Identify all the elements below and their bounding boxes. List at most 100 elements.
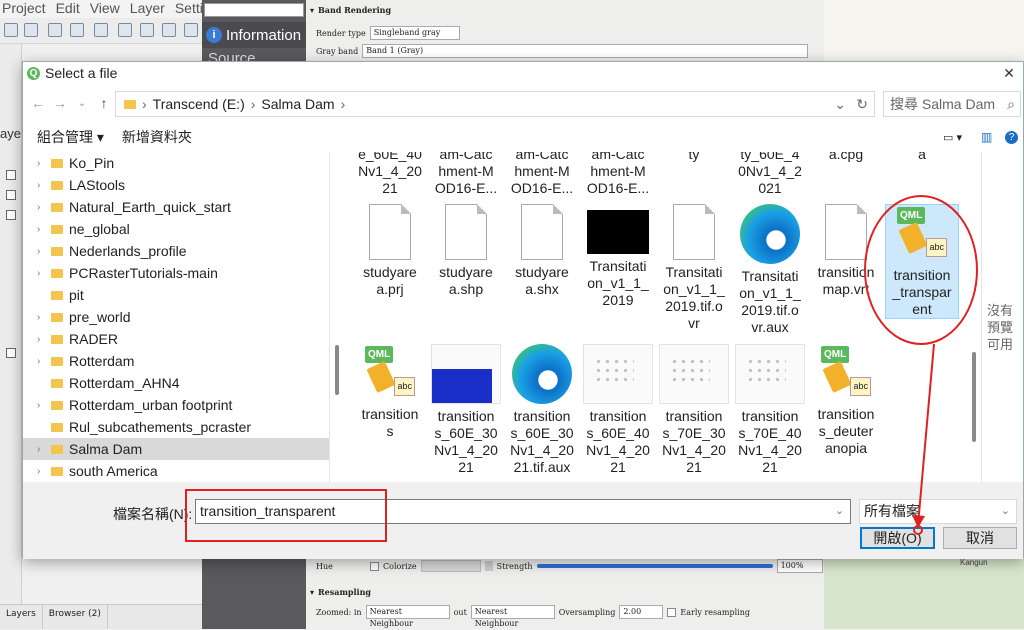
menu-project[interactable]: Project	[2, 0, 46, 18]
tree-item[interactable]: › Rotterdam_urban footprint	[23, 394, 329, 416]
zoom-selection-icon[interactable]	[140, 23, 154, 37]
zoom-native-icon[interactable]	[162, 23, 176, 37]
file-item[interactable]: studyare a.shp	[429, 204, 503, 298]
tab-layers[interactable]: Layers	[0, 605, 43, 629]
early-resampling-checkbox[interactable]	[667, 607, 677, 617]
chevron-right-icon[interactable]: ›	[37, 466, 45, 477]
zoomed-out-combo[interactable]: Nearest Neighbour	[470, 605, 555, 628]
file-item[interactable]: Transitati on_v1_1_ 2019.tif.o vr	[657, 204, 731, 332]
tree-item[interactable]: › Salma Dam	[23, 438, 329, 460]
chevron-right-icon[interactable]: ›	[37, 246, 45, 257]
tree-item[interactable]: Rul_subcathements_pcraster	[23, 416, 329, 438]
oversampling-spinbox[interactable]: 2.00	[619, 605, 664, 619]
chevron-right-icon[interactable]: ›	[37, 356, 45, 367]
file-item[interactable]: a	[885, 152, 959, 163]
strength-slider[interactable]	[536, 564, 773, 568]
tree-item[interactable]: › pre_world	[23, 306, 329, 328]
file-item[interactable]: transition s_60E_40 Nv1_4_20 21	[581, 344, 655, 476]
file-item[interactable]: QML abc transition _transpar ent	[885, 204, 959, 319]
tree-item[interactable]: › Natural_Earth_quick_start	[23, 196, 329, 218]
help-icon[interactable]: ?	[1005, 130, 1018, 144]
breadcrumb-folder[interactable]: Salma Dam	[261, 96, 334, 112]
file-item[interactable]: transition s_60E_30 Nv1_4_20 21.tif.aux	[505, 344, 579, 476]
pan-to-selection-icon[interactable]	[24, 23, 38, 37]
tree-scrollbar[interactable]	[335, 345, 339, 395]
menu-view[interactable]: View	[90, 0, 120, 18]
open-button[interactable]: 開啟(O)	[860, 527, 935, 549]
tree-item[interactable]: › Ko_Pin	[23, 152, 329, 174]
chevron-right-icon[interactable]: ›	[37, 180, 45, 191]
pan-icon[interactable]	[4, 23, 18, 37]
filename-dropdown-icon[interactable]: ⌄	[835, 500, 844, 523]
color-dropdown[interactable]	[484, 561, 493, 571]
layer-checkbox[interactable]	[6, 348, 16, 358]
back-arrow-icon[interactable]: ←	[27, 95, 49, 111]
zoom-last-icon[interactable]	[184, 23, 198, 37]
zoom-out-icon[interactable]	[70, 23, 84, 37]
cancel-button[interactable]: 取消	[943, 527, 1017, 549]
chevron-right-icon[interactable]: ›	[37, 268, 45, 279]
view-options-icon[interactable]: ▭ ▾	[943, 131, 962, 144]
zoomed-in-combo[interactable]: Nearest Neighbour	[365, 605, 450, 628]
filename-input[interactable]: transition_transparent ⌄	[195, 499, 851, 524]
collapse-icon[interactable]: ▾	[310, 587, 314, 597]
menu-layer[interactable]: Layer	[130, 0, 165, 18]
file-item[interactable]: transition s_70E_40 Nv1_4_20 21	[733, 344, 807, 476]
file-item[interactable]: studyare a.shx	[505, 204, 579, 298]
file-item[interactable]: am-Catc hment-M OD16-E...	[429, 152, 503, 197]
up-arrow-icon[interactable]: ↑	[93, 95, 115, 111]
chevron-right-icon[interactable]: ›	[37, 158, 45, 169]
menu-edit[interactable]: Edit	[56, 0, 80, 18]
address-dropdown-icon[interactable]: ⌄	[834, 96, 846, 113]
collapse-icon[interactable]: ▾	[310, 5, 314, 15]
file-item[interactable]: am-Catc hment-M OD16-E...	[505, 152, 579, 197]
file-item[interactable]: transition map.vrt	[809, 204, 883, 298]
tree-item[interactable]: › Nederlands_profile	[23, 240, 329, 262]
tree-item[interactable]: › ne_global	[23, 218, 329, 240]
preview-pane-icon[interactable]: ▥	[981, 130, 992, 144]
chevron-right-icon[interactable]: ›	[37, 444, 45, 455]
filetype-select[interactable]: 所有檔案 ⌄	[859, 499, 1017, 524]
file-item[interactable]: Transitati on_v1_1_ 2019	[581, 204, 655, 309]
gray-band-combo[interactable]: Band 1 (Gray)	[362, 44, 809, 58]
menu-settings[interactable]: Settings	[175, 0, 205, 18]
layer-checkbox[interactable]	[6, 210, 16, 220]
file-item[interactable]: a.cpg	[809, 152, 883, 163]
search-input[interactable]: 搜尋 Salma Dam ⌕	[883, 91, 1021, 117]
zoom-layer-icon[interactable]	[118, 23, 132, 37]
chevron-right-icon[interactable]: ›	[37, 334, 45, 345]
file-item[interactable]: QML abc transition s	[353, 344, 427, 440]
tree-item[interactable]: pit	[23, 284, 329, 306]
file-list-scrollbar[interactable]	[968, 152, 980, 482]
file-item[interactable]: studyare a.prj	[353, 204, 427, 298]
new-folder-button[interactable]: 新增資料夾	[122, 127, 192, 147]
tree-item[interactable]: Rotterdam_AHN4	[23, 372, 329, 394]
refresh-icon[interactable]: ↻	[856, 96, 868, 113]
layer-checkbox[interactable]	[6, 170, 16, 180]
file-item[interactable]: am-Catc hment-M OD16-E...	[581, 152, 655, 197]
scroll-thumb[interactable]	[972, 352, 976, 442]
strength-value[interactable]: 100%	[776, 559, 823, 573]
file-item[interactable]: Transitati on_v1_1_ 2019.tif.o vr.aux	[733, 204, 807, 336]
tab-browser[interactable]: Browser (2)	[43, 605, 108, 629]
file-item[interactable]: QML abc transition s_deuter anopia	[809, 344, 883, 457]
chevron-right-icon[interactable]: ›	[37, 400, 45, 411]
close-button[interactable]: ✕	[997, 63, 1021, 83]
organize-button[interactable]: 組合管理 ▾	[37, 127, 104, 147]
tree-item[interactable]: › RADER	[23, 328, 329, 350]
zoom-full-icon[interactable]	[94, 23, 108, 37]
tree-item[interactable]: › Rotterdam	[23, 350, 329, 372]
side-panel-information[interactable]: i Information	[202, 22, 306, 48]
tree-item[interactable]: › south America	[23, 460, 329, 482]
file-item[interactable]: ty	[657, 152, 731, 163]
forward-arrow-icon[interactable]: →	[49, 95, 71, 111]
breadcrumb-drive[interactable]: Transcend (E:)	[153, 96, 245, 112]
file-item[interactable]: transition s_60E_30 Nv1_4_20 21	[429, 344, 503, 476]
tree-item[interactable]: › LAStools	[23, 174, 329, 196]
side-panel-search[interactable]	[204, 3, 304, 17]
chevron-right-icon[interactable]: ›	[37, 224, 45, 235]
recent-dropdown-icon[interactable]: ⌄	[71, 98, 93, 109]
colorize-checkbox[interactable]	[370, 561, 379, 571]
file-item[interactable]: e_60E_40 Nv1_4_20 21	[353, 152, 427, 197]
file-item[interactable]: transition s_70E_30 Nv1_4_20 21	[657, 344, 731, 476]
